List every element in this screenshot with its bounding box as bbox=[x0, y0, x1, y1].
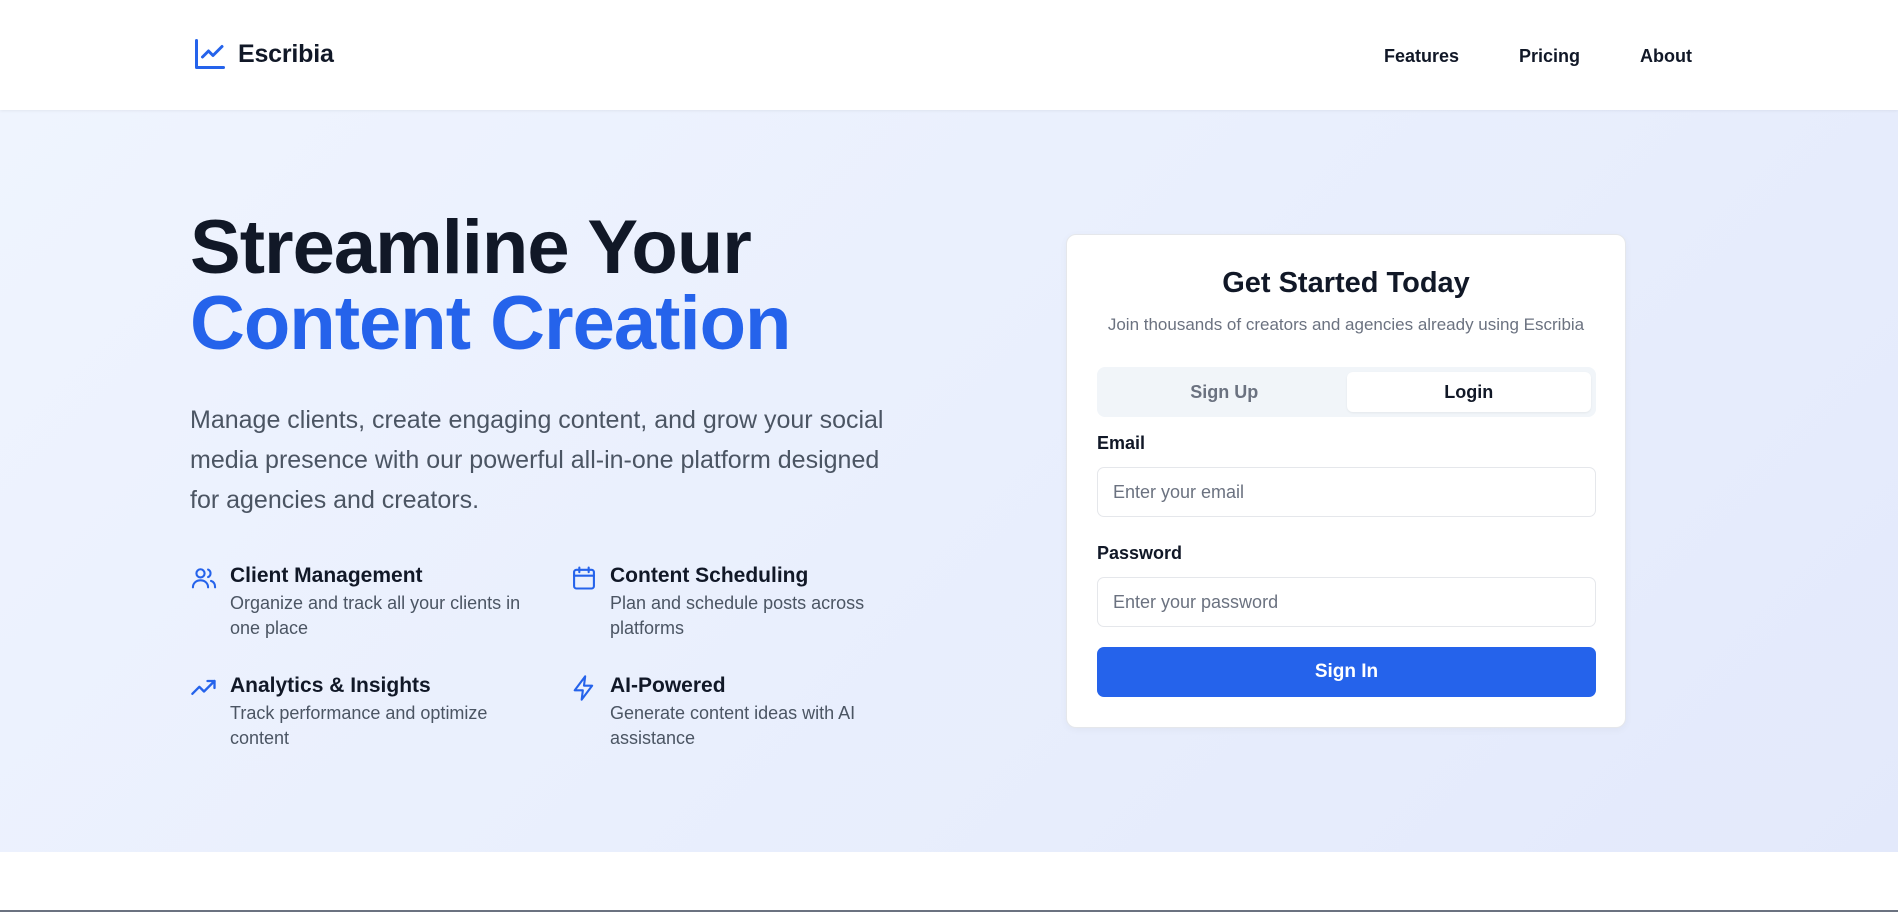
headline-line-2: Content Creation bbox=[190, 281, 791, 366]
feature-ai-powered: AI-Powered Generate content ideas with A… bbox=[570, 672, 890, 751]
brand-logo-link[interactable]: Escribia bbox=[192, 36, 334, 72]
feature-description: Organize and track all your clients in o… bbox=[230, 593, 521, 638]
feature-text: Analytics & Insights Track performance a… bbox=[230, 672, 530, 751]
feature-title: AI-Powered bbox=[610, 674, 726, 697]
nav-link-about[interactable]: About bbox=[1640, 46, 1692, 67]
auth-card: Get Started Today Join thousands of crea… bbox=[1066, 234, 1626, 728]
top-navbar: Escribia Features Pricing About bbox=[0, 0, 1898, 110]
feature-analytics-insights: Analytics & Insights Track performance a… bbox=[190, 672, 530, 751]
feature-description: Generate content ideas with AI assistanc… bbox=[610, 703, 856, 748]
line-chart-icon bbox=[195, 39, 225, 69]
password-label: Password bbox=[1097, 543, 1183, 563]
nav-links: Features Pricing About bbox=[1384, 46, 1692, 67]
calendar-icon bbox=[573, 566, 595, 590]
tab-login[interactable]: Login bbox=[1346, 372, 1591, 412]
feature-title: Client Management bbox=[230, 564, 423, 587]
headline-line-1: Streamline Your bbox=[190, 205, 752, 290]
auth-card-title: Get Started Today bbox=[1222, 267, 1470, 299]
auth-card-subtitle: Join thousands of creators and agencies … bbox=[1107, 315, 1585, 334]
hero-description: Manage clients, create engaging content,… bbox=[190, 406, 884, 514]
nav-link-features[interactable]: Features bbox=[1384, 46, 1459, 67]
hero-headline: Streamline Your Content Creation bbox=[190, 205, 791, 366]
feature-description: Plan and schedule posts across platforms bbox=[610, 593, 865, 638]
feature-text: AI-Powered Generate content ideas with A… bbox=[610, 672, 890, 751]
feature-description: Track performance and optimize content bbox=[230, 703, 488, 748]
auth-tabs: Sign Up Login bbox=[1097, 367, 1596, 417]
feature-text: Content Scheduling Plan and schedule pos… bbox=[610, 562, 890, 641]
lightning-icon bbox=[573, 675, 594, 701]
email-label: Email bbox=[1097, 433, 1146, 453]
trending-up-icon bbox=[191, 679, 216, 695]
tab-sign-up[interactable]: Sign Up bbox=[1102, 372, 1347, 412]
users-icon bbox=[191, 568, 217, 589]
sign-in-button[interactable]: Sign In bbox=[1097, 647, 1596, 697]
feature-content-scheduling: Content Scheduling Plan and schedule pos… bbox=[570, 562, 890, 641]
feature-title: Analytics & Insights bbox=[230, 674, 431, 697]
email-input[interactable] bbox=[1097, 467, 1596, 517]
feature-text: Client Management Organize and track all… bbox=[230, 562, 530, 641]
feature-client-management: Client Management Organize and track all… bbox=[190, 562, 530, 641]
feature-title: Content Scheduling bbox=[610, 564, 809, 587]
brand-name: Escribia bbox=[238, 39, 334, 68]
nav-link-pricing[interactable]: Pricing bbox=[1519, 46, 1580, 67]
hero-section: Streamline Your Content Creation Manage … bbox=[0, 110, 1898, 852]
page-footer-area bbox=[0, 852, 1898, 912]
password-input[interactable] bbox=[1097, 577, 1596, 627]
